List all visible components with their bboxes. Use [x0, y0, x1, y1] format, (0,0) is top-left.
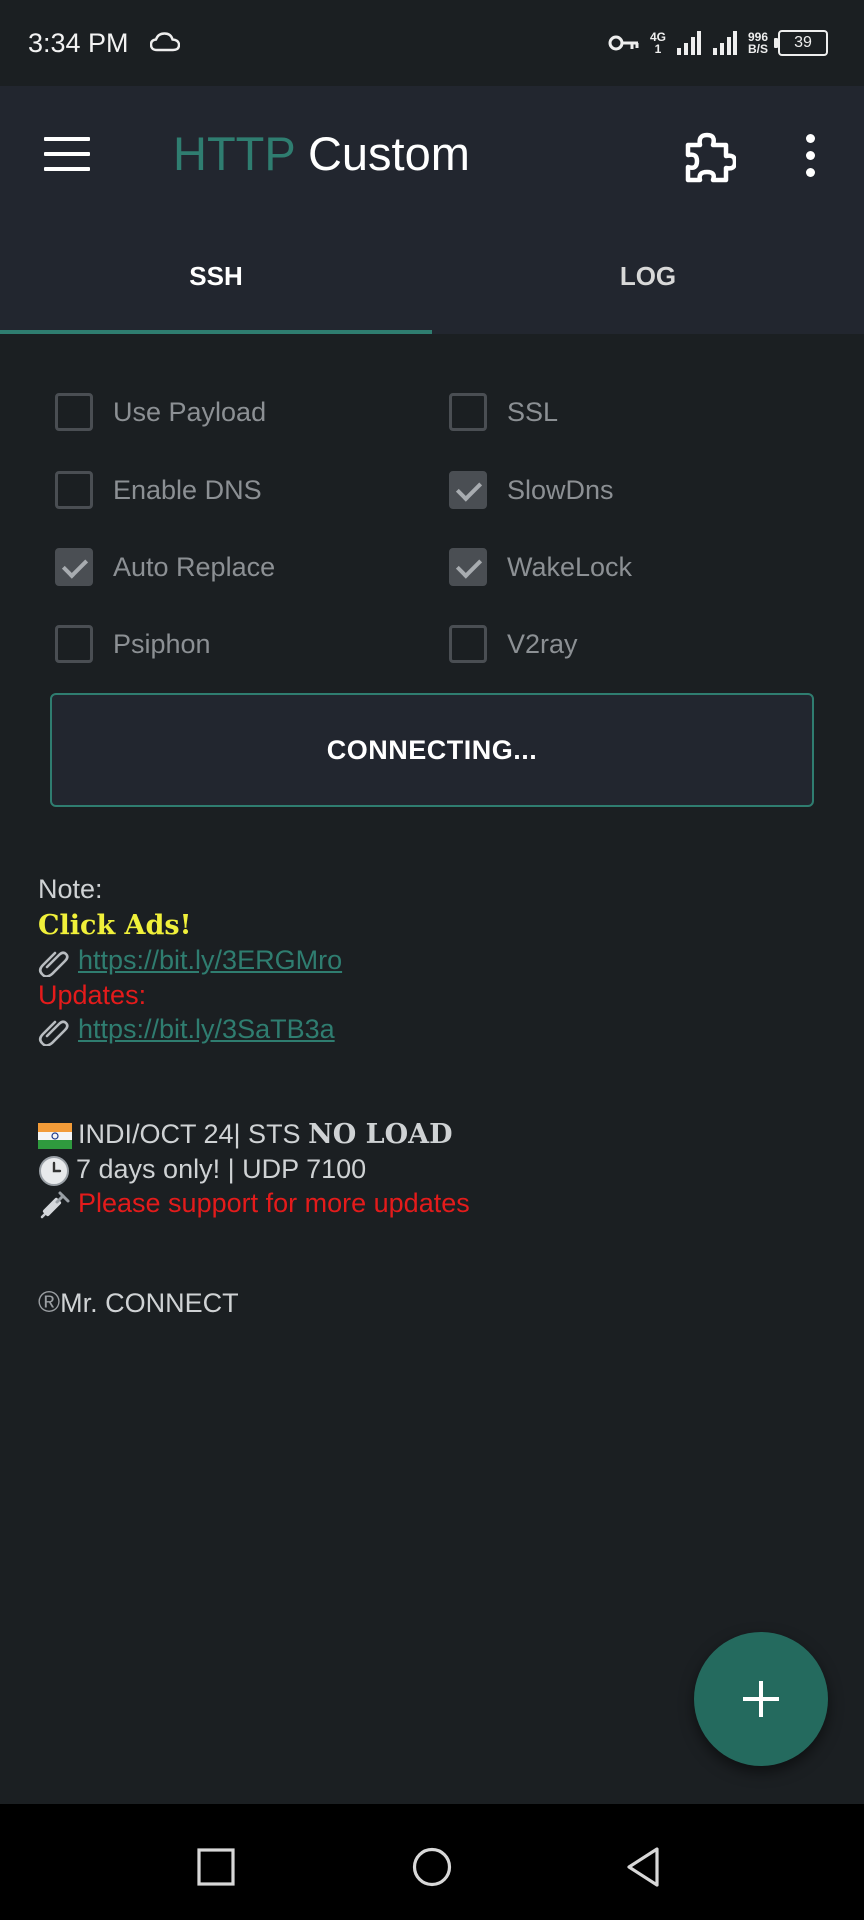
app-title-custom: Custom: [307, 127, 470, 180]
status-bar: 3:34 PM 4G 1 996 B/S 39: [0, 0, 864, 86]
app-title: HTTP Custom: [173, 126, 470, 181]
option-psiphon[interactable]: Psiphon: [55, 621, 211, 667]
note-link-1-row: https://bit.ly/3ERGMro: [38, 943, 342, 977]
signal-icon-sim2: [712, 31, 737, 55]
square-icon[interactable]: [191, 1842, 241, 1892]
syringe-icon: [40, 1191, 70, 1219]
tab-ssh[interactable]: SSH: [0, 236, 432, 334]
checkbox-slowdns[interactable]: [449, 471, 487, 509]
checkbox-ssl[interactable]: [449, 393, 487, 431]
checkbox-v2ray[interactable]: [449, 625, 487, 663]
add-fab-button[interactable]: [694, 1632, 828, 1766]
option-wakelock[interactable]: WakeLock: [449, 544, 632, 590]
app-bar: HTTP Custom SSH LOG: [0, 86, 864, 334]
paperclip-icon: [38, 1020, 69, 1046]
checkbox-enable-dns[interactable]: [55, 471, 93, 509]
note-indi-line: INDI/OCT 24| STS NO LOAD: [38, 1117, 453, 1152]
note-days-line: 7 days only! | UDP 7100: [38, 1152, 366, 1187]
india-flag-icon: [38, 1122, 72, 1149]
option-slowdns[interactable]: SlowDns: [449, 467, 614, 513]
option-auto-replace[interactable]: Auto Replace: [55, 544, 275, 590]
tab-bar: SSH LOG: [0, 236, 864, 334]
link-ads[interactable]: https://bit.ly/3ERGMro: [78, 945, 342, 975]
more-options-icon[interactable]: [794, 132, 828, 180]
option-ssl[interactable]: SSL: [449, 389, 558, 435]
note-heading: Note:: [38, 874, 103, 904]
note-updates: Updates:: [38, 980, 147, 1010]
tab-indicator: [0, 330, 432, 334]
status-time: 3:34 PM: [28, 28, 129, 58]
link-updates[interactable]: https://bit.ly/3SaTB3a: [78, 1014, 335, 1044]
checkbox-auto-replace[interactable]: [55, 548, 93, 586]
triangle-back-icon[interactable]: [619, 1842, 669, 1892]
puzzle-icon[interactable]: [682, 130, 736, 184]
signal-icon-sim1: [676, 31, 701, 55]
clock-icon: [39, 1155, 69, 1186]
checkbox-wakelock[interactable]: [449, 548, 487, 586]
note-link-2-row: https://bit.ly/3SaTB3a: [38, 1012, 335, 1046]
option-use-payload[interactable]: Use Payload: [55, 389, 266, 435]
note-support-line: Please support for more updates: [38, 1186, 470, 1221]
menu-icon[interactable]: [44, 137, 90, 175]
vpn-key-icon: [608, 35, 639, 51]
navigation-bar: [0, 1804, 864, 1920]
battery-icon: 39: [774, 30, 828, 56]
status-icons: 4G 1 996 B/S 39: [608, 26, 828, 60]
note-signature: ®Mr. CONNECT: [38, 1286, 239, 1319]
checkbox-psiphon[interactable]: [55, 625, 93, 663]
option-v2ray[interactable]: V2ray: [449, 621, 578, 667]
checkbox-use-payload[interactable]: [55, 393, 93, 431]
paperclip-icon: [38, 951, 69, 977]
cloud-icon: [150, 32, 180, 52]
option-enable-dns[interactable]: Enable DNS: [55, 467, 262, 513]
note-click-ads: Click Ads!: [38, 910, 192, 941]
tab-log[interactable]: LOG: [432, 236, 864, 334]
circle-icon[interactable]: [407, 1842, 457, 1892]
connect-button[interactable]: CONNECTING...: [50, 693, 814, 807]
net-speed: 996 B/S: [747, 30, 768, 56]
network-type: 4G 1: [649, 30, 666, 56]
app-title-http: HTTP: [173, 127, 295, 180]
registered-icon: ®: [38, 1286, 61, 1319]
